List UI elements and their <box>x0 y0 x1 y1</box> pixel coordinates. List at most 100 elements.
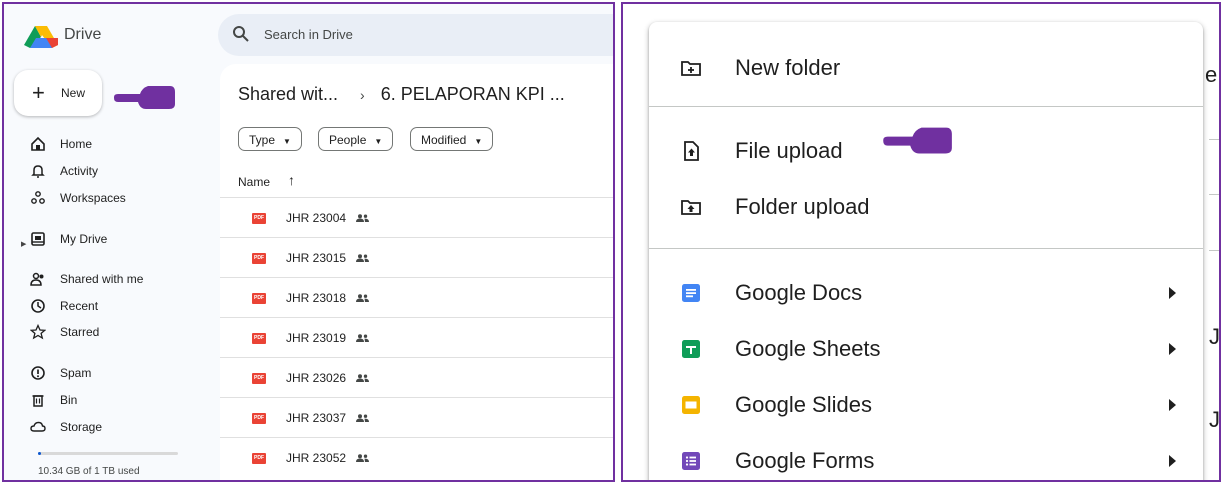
pdf-icon: PDF <box>252 293 266 304</box>
background-text-fragment: J <box>1209 407 1220 432</box>
breadcrumb-separator: › <box>360 87 365 103</box>
sidebar-item-label: Activity <box>60 164 99 178</box>
chevron-down-icon: ▼ <box>474 137 483 146</box>
menu-item-label: File upload <box>735 138 843 163</box>
file-row[interactable]: PDF JHR 23052 <box>220 437 613 478</box>
file-name[interactable]: JHR 23026 <box>286 371 346 385</box>
breadcrumb-current[interactable]: 6. PELAPORAN KPI ... <box>381 84 565 104</box>
filter-people[interactable]: People ▼ <box>318 127 394 151</box>
trash-icon <box>32 395 44 407</box>
app-brand[interactable]: Drive <box>64 26 101 44</box>
menu-divider <box>649 248 1203 249</box>
new-menu-window: e J J New folder File upload Folder uplo… <box>621 2 1221 482</box>
file-row[interactable]: PDF JHR 23026 <box>220 357 613 398</box>
shared-icon <box>356 254 369 262</box>
file-name[interactable]: JHR 23037 <box>286 411 346 425</box>
file-row[interactable]: PDF JHR 23037 <box>220 397 613 438</box>
sidebar-item-label: Bin <box>60 393 78 407</box>
sidebar-item-label: My Drive <box>60 232 108 246</box>
new-button-label: New <box>61 86 86 100</box>
clock-icon <box>31 299 45 313</box>
google-docs-icon <box>682 284 700 302</box>
new-folder-icon <box>681 61 701 76</box>
file-row[interactable]: PDF JHR 23015 <box>220 237 613 278</box>
sidebar-item-label: Spam <box>60 366 92 380</box>
shared-icon <box>356 374 369 382</box>
plus-icon: + <box>32 80 45 105</box>
file-name[interactable]: JHR 23019 <box>286 331 346 345</box>
pdf-icon: PDF <box>252 253 266 264</box>
google-sheets-icon <box>682 340 700 358</box>
menu-item-folder-upload[interactable]: Folder upload <box>649 181 1203 231</box>
submenu-arrow-icon <box>1169 287 1176 299</box>
background-text-fragment: e <box>1205 62 1218 87</box>
shared-icon <box>356 334 369 342</box>
menu-item-new-folder[interactable]: New folder <box>649 42 1203 92</box>
sidebar-item-label: Shared with me <box>60 272 144 286</box>
expand-caret-icon[interactable]: ▶ <box>21 240 26 248</box>
background-divider <box>1209 194 1219 195</box>
file-name[interactable]: JHR 23004 <box>286 211 346 225</box>
menu-item-google-forms[interactable]: Google Forms <box>649 435 1203 480</box>
menu-item-label: New folder <box>735 55 841 80</box>
folder-upload-icon <box>681 200 701 215</box>
menu-item-google-slides[interactable]: Google Slides <box>649 379 1203 429</box>
shared-icon <box>356 414 369 422</box>
chevron-down-icon: ▼ <box>283 137 291 146</box>
breadcrumb-root[interactable]: Shared wit... <box>238 84 338 104</box>
new-menu: New folder File upload Folder upload Goo… <box>649 22 1203 480</box>
google-forms-icon <box>682 452 700 470</box>
bell-icon <box>31 165 45 178</box>
drive-window: Drive Search in Drive + New Home Activit… <box>2 2 615 482</box>
shared-icon <box>356 454 369 462</box>
breadcrumb: Shared wit... › 6. PELAPORAN KPI ... <box>238 84 565 105</box>
workspaces-icon <box>31 191 45 204</box>
menu-item-google-sheets[interactable]: Google Sheets <box>649 323 1203 373</box>
filter-label: People <box>329 133 367 147</box>
sidebar-item-label: Storage <box>60 420 103 434</box>
file-name[interactable]: JHR 23052 <box>286 451 346 465</box>
file-name[interactable]: JHR 23015 <box>286 251 346 265</box>
column-header-name[interactable]: Name <box>238 175 270 189</box>
drive-logo-icon <box>24 26 58 48</box>
menu-item-label: Google Sheets <box>735 336 881 361</box>
google-slides-icon <box>682 396 700 414</box>
menu-divider <box>649 106 1203 107</box>
pdf-icon: PDF <box>252 453 266 464</box>
file-browser: Shared wit... › 6. PELAPORAN KPI ... Type ▼… <box>220 64 613 480</box>
cloud-icon <box>30 421 46 432</box>
file-name[interactable]: JHR 23018 <box>286 291 346 305</box>
menu-item-google-docs[interactable]: Google Docs <box>649 267 1203 317</box>
search-bar[interactable]: Search in Drive <box>218 14 613 56</box>
file-row[interactable]: PDF JHR 23018 <box>220 277 613 318</box>
sidebar-item-label: Recent <box>60 299 99 313</box>
submenu-arrow-icon <box>1169 455 1176 467</box>
submenu-arrow-icon <box>1169 343 1176 355</box>
storage-meter-fill <box>38 452 41 455</box>
background-divider <box>1209 250 1219 251</box>
new-button[interactable]: + New <box>14 70 102 116</box>
search-placeholder[interactable]: Search in Drive <box>264 27 353 42</box>
filter-modified[interactable]: Modified ▼ <box>410 127 494 151</box>
shared-icon <box>356 294 369 302</box>
shared-icon <box>356 214 369 222</box>
file-row[interactable]: PDF JHR 23004 <box>220 197 613 238</box>
menu-item-label: Google Docs <box>735 280 863 305</box>
file-row[interactable]: PDF JHR 23019 <box>220 317 613 358</box>
background-divider <box>1209 139 1219 140</box>
pointing-hand-icon <box>114 86 175 109</box>
sidebar-item-label: Starred <box>60 325 100 339</box>
spam-icon <box>31 366 45 380</box>
search-icon[interactable] <box>232 25 250 43</box>
pointing-hand-icon <box>883 127 952 154</box>
home-icon <box>31 136 45 151</box>
pdf-icon: PDF <box>252 213 266 224</box>
filter-type[interactable]: Type ▼ <box>238 127 302 151</box>
drive-icon <box>31 232 45 246</box>
filter-label: Type <box>249 133 276 147</box>
file-upload-icon <box>684 141 699 161</box>
sidebar-item-label: Workspaces <box>60 191 126 205</box>
menu-item-label: Folder upload <box>735 194 870 219</box>
filter-label: Modified <box>421 133 467 147</box>
sort-ascending-icon[interactable]: ↑ <box>288 172 295 188</box>
